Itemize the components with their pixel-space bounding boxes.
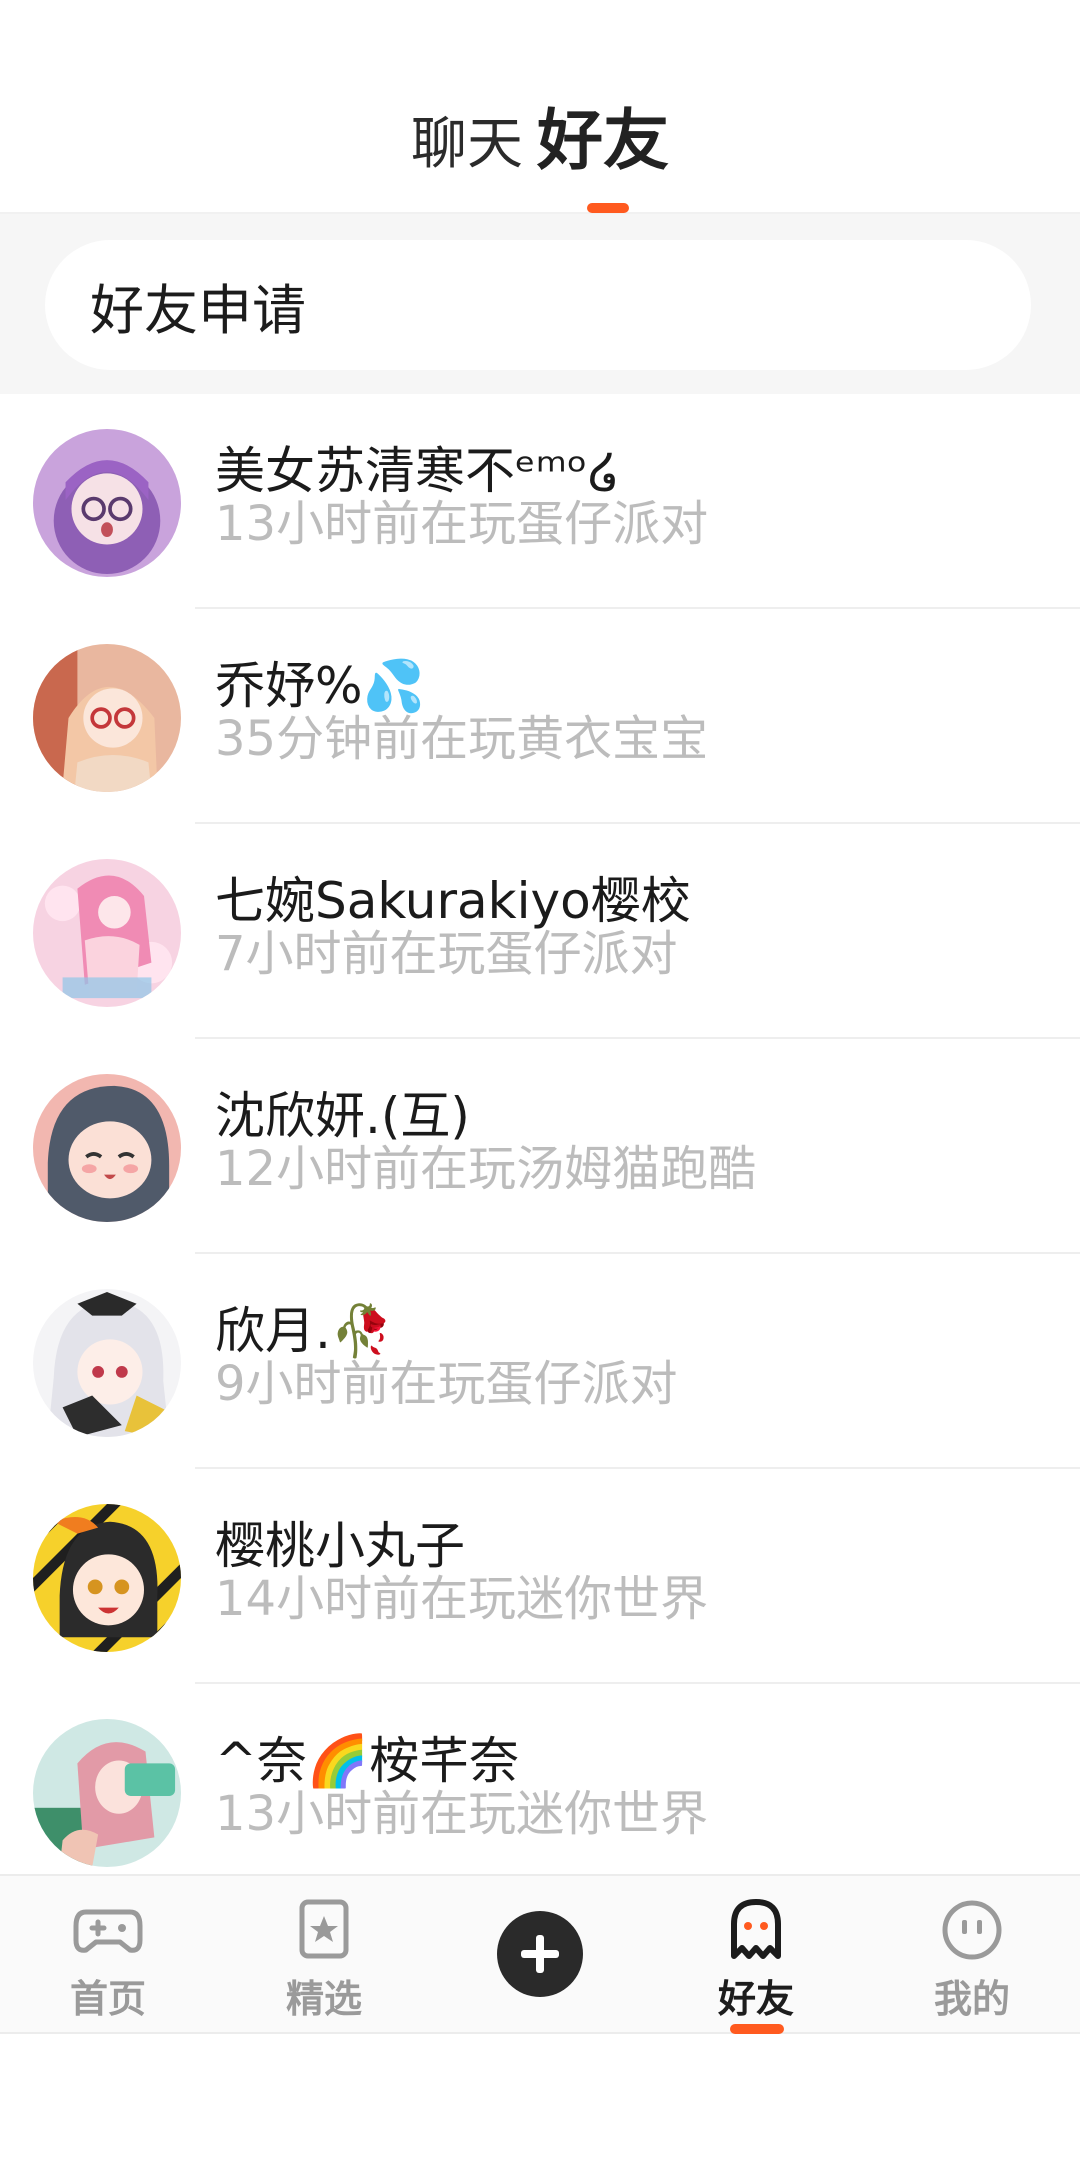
anime-girl-dark-hair-avatar-icon[interactable] [33,1074,181,1222]
anime-girl-yellow-avatar-icon[interactable] [33,1504,181,1652]
friend-status: 12小时前在玩汤姆猫跑酷 [215,1141,757,1197]
nav-mine[interactable]: 我的 [902,1898,1042,2023]
gamepad-icon [73,1909,143,1953]
top-header: 聊天 好友 [0,0,1080,214]
friend-status: 13小时前在玩迷你世界 [215,1786,709,1842]
friend-name: ^奈🌈桉芊奈 [215,1732,520,1790]
nav-home[interactable]: 首页 [38,1898,178,2023]
friend-request-button[interactable]: 好友申请 [45,240,1031,370]
active-nav-indicator [730,2024,784,2034]
tab-chat[interactable]: 聊天 [411,117,523,173]
anime-girl-pink-avatar-icon[interactable] [33,859,181,1007]
nav-mine-label: 我的 [933,1977,1010,2021]
friend-name: 美女苏清寒不ᵉᵐᵒ໒ [215,442,620,500]
friend-name: 沈欣妍.(互) [215,1087,470,1145]
anime-girl-white-hair-avatar-icon[interactable] [33,1289,181,1437]
plus-icon[interactable] [497,1911,583,1997]
friend-status: 9小时前在玩蛋仔派对 [215,1356,678,1412]
friend-list: 美女苏清寒不ᵉᵐᵒ໒ 13小时前在玩蛋仔派对 乔妤%💦 35分钟前在玩黄衣宝宝 [0,394,1080,1899]
nav-friends-label: 好友 [717,1977,794,2021]
nav-home-label: 首页 [69,1977,146,2021]
list-item[interactable]: 乔妤%💦 35分钟前在玩黄衣宝宝 [0,609,1080,824]
anime-girl-glasses-avatar-icon[interactable] [33,644,181,792]
friend-status: 35分钟前在玩黄衣宝宝 [215,711,709,767]
top-tabs: 聊天 好友 [0,108,1080,174]
star-bookmark-icon [299,1899,349,1959]
active-tab-indicator [587,203,629,213]
friend-name: 七婉Sakurakiyo樱校 [215,872,691,930]
ghost-icon [731,1899,781,1959]
nav-featured-label: 精选 [285,1977,362,2021]
nav-featured[interactable]: 精选 [254,1898,394,2023]
friend-name: 樱桃小丸子 [215,1517,465,1575]
anime-girl-purple-avatar-icon[interactable] [33,429,181,577]
anime-girl-pink-hair-avatar-icon[interactable] [33,1719,181,1867]
list-item[interactable]: 樱桃小丸子 14小时前在玩迷你世界 [0,1469,1080,1684]
nav-friends[interactable]: 好友 [686,1898,826,2034]
smiley-face-icon [942,1900,1002,1960]
friend-status: 13小时前在玩蛋仔派对 [215,496,709,552]
list-item[interactable]: 欣月.🥀 9小时前在玩蛋仔派对 [0,1254,1080,1469]
tab-friends[interactable]: 好友 [537,108,669,174]
list-item[interactable]: ^奈🌈桉芊奈 13小时前在玩迷你世界 [0,1684,1080,1899]
list-item[interactable]: 七婉Sakurakiyo樱校 7小时前在玩蛋仔派对 [0,824,1080,1039]
list-item[interactable]: 美女苏清寒不ᵉᵐᵒ໒ 13小时前在玩蛋仔派对 [0,394,1080,609]
friend-request-label: 好友申请 [90,278,306,342]
bottom-nav: 首页 精选 好友 我的 [0,1874,1080,2034]
friend-request-section: 好友申请 [0,214,1080,394]
friends-page: 聊天 好友 好友申请 美女苏清寒不ᵉᵐᵒ໒ 13小时前在玩蛋仔派对 乔妤%💦 3… [0,0,1080,2160]
list-item[interactable]: 沈欣妍.(互) 12小时前在玩汤姆猫跑酷 [0,1039,1080,1254]
friend-name: 乔妤%💦 [215,657,425,715]
friend-status: 7小时前在玩蛋仔派对 [215,926,678,982]
friend-name: 欣月.🥀 [215,1302,394,1360]
friend-status: 14小时前在玩迷你世界 [215,1571,709,1627]
